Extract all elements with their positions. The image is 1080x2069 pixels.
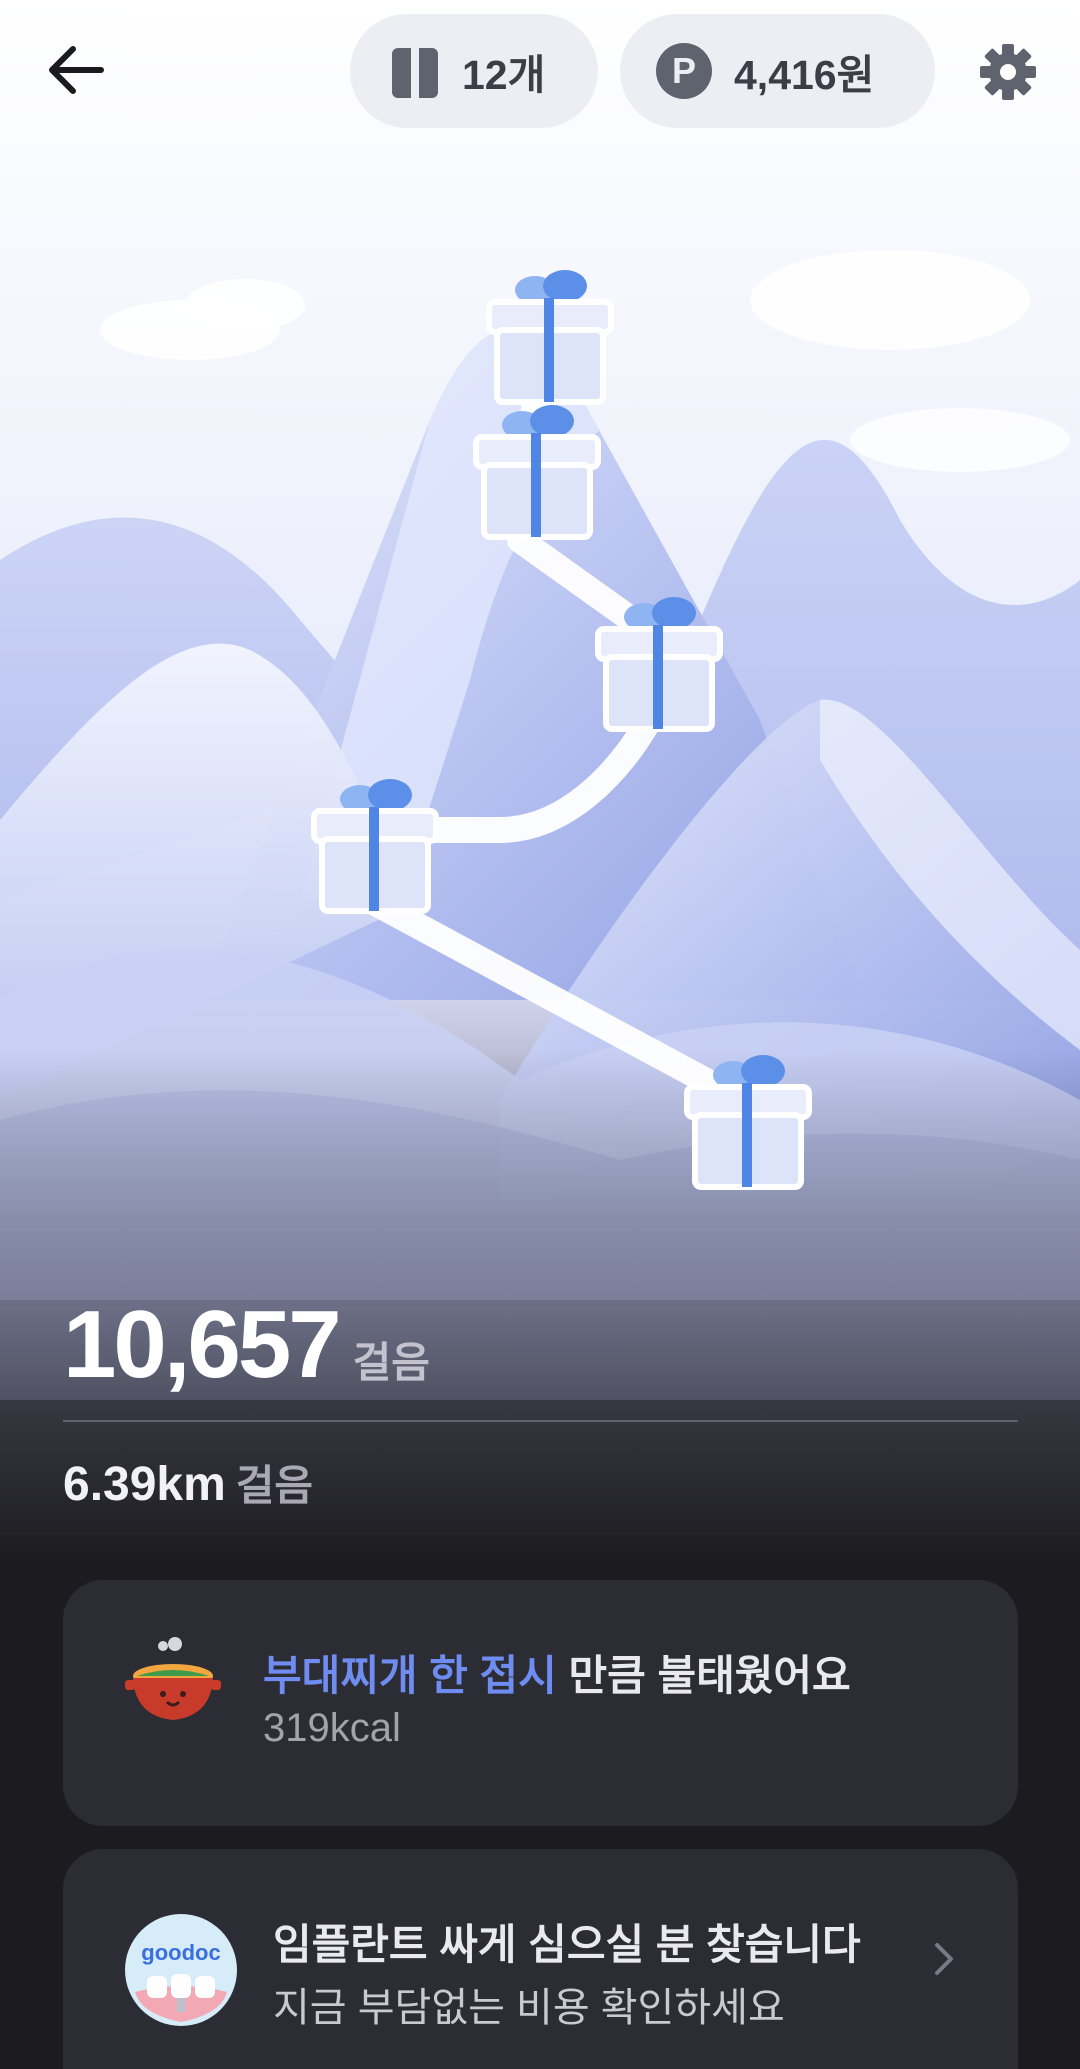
- calorie-title-rest: 만큼 불태웠어요: [556, 1652, 851, 1699]
- steps-count: 10,657: [63, 1291, 342, 1398]
- points-amount: 4,416원: [734, 52, 875, 98]
- ad-title: 임플란트 싸게 심으실 분 찾습니다: [273, 1921, 861, 1968]
- steps-unit: 걸음: [352, 1339, 430, 1386]
- points-badge-icon: P: [656, 43, 712, 99]
- settings-button[interactable]: [968, 32, 1048, 112]
- back-arrow-icon: [49, 46, 104, 94]
- gift-count-pill[interactable]: 12개: [350, 14, 598, 128]
- ad-subtitle: 지금 부담없는 비용 확인하세요: [273, 1986, 785, 2030]
- points-pill[interactable]: P 4,416원: [620, 14, 935, 128]
- distance-summary: 6.39km 걸음: [63, 1452, 313, 1513]
- goodoc-logo-icon: goodoc: [125, 1914, 237, 2031]
- distance-unit: 걸음: [235, 1462, 314, 1509]
- divider: [63, 1420, 1018, 1422]
- chevron-right-icon[interactable]: [931, 1939, 957, 1984]
- top-bar: 12개 P 4,416원: [0, 0, 1080, 140]
- ad-card[interactable]: goodoc 임플란트 싸게 심으실 분 찾습니다 지금 부담없는 비용 확인하…: [63, 1849, 1018, 2069]
- calorie-card: 부대찌개 한 접시 만큼 불태웠어요 319kcal: [63, 1580, 1018, 1826]
- back-button[interactable]: [36, 30, 116, 110]
- calorie-title: 부대찌개 한 접시 만큼 불태웠어요: [263, 1642, 851, 1703]
- distance-value: 6.39km: [63, 1458, 226, 1511]
- stew-pot-icon: [125, 1636, 221, 1737]
- svg-text:goodoc: goodoc: [141, 1940, 220, 1965]
- steps-summary: 10,657 걸음: [63, 1290, 430, 1400]
- gift-count: 12개: [462, 52, 546, 98]
- food-name: 부대찌개 한 접시: [263, 1652, 557, 1699]
- calorie-value: 319kcal: [263, 1706, 401, 1750]
- gift-box-icon: [390, 42, 440, 100]
- gear-icon: [980, 44, 1036, 100]
